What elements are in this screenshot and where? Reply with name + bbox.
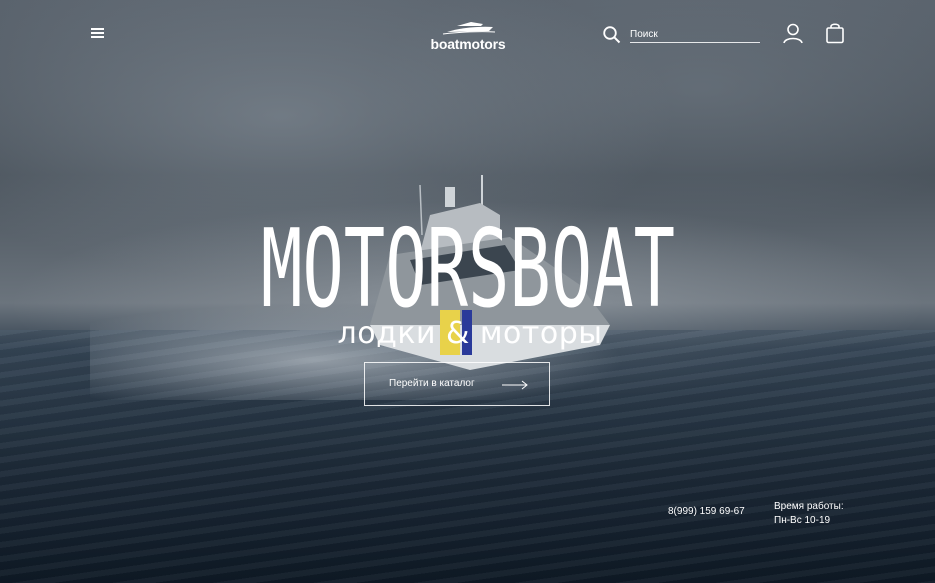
logo-boat-icon — [442, 22, 496, 35]
phone-number[interactable]: 8(999) 159 69-67 — [668, 506, 745, 517]
user-icon[interactable] — [782, 22, 804, 44]
working-hours-value: Пн-Вс 10-19 — [774, 515, 831, 526]
shopping-bag-icon[interactable] — [825, 22, 845, 44]
search-field — [630, 24, 760, 43]
arrow-right-icon — [502, 380, 528, 390]
menu-icon[interactable] — [91, 27, 105, 39]
site-header: boatmotors — [0, 0, 935, 70]
search-input[interactable] — [630, 28, 756, 41]
hero-title-text: MOTORSBOAT — [261, 207, 675, 316]
hero-title: MOTORSBOAT — [261, 207, 675, 316]
search-icon[interactable] — [602, 25, 622, 45]
logo[interactable]: boatmotors — [429, 20, 507, 60]
working-hours: Время работы: Пн-Вс 10-19 — [774, 500, 844, 528]
catalog-button[interactable]: Перейти в каталог — [364, 362, 550, 406]
logo-text: boatmotors — [430, 36, 506, 52]
hero-subtitle: лодки & моторы — [337, 316, 603, 351]
catalog-button-label: Перейти в каталог — [389, 378, 475, 389]
working-hours-label: Время работы: — [774, 501, 844, 512]
